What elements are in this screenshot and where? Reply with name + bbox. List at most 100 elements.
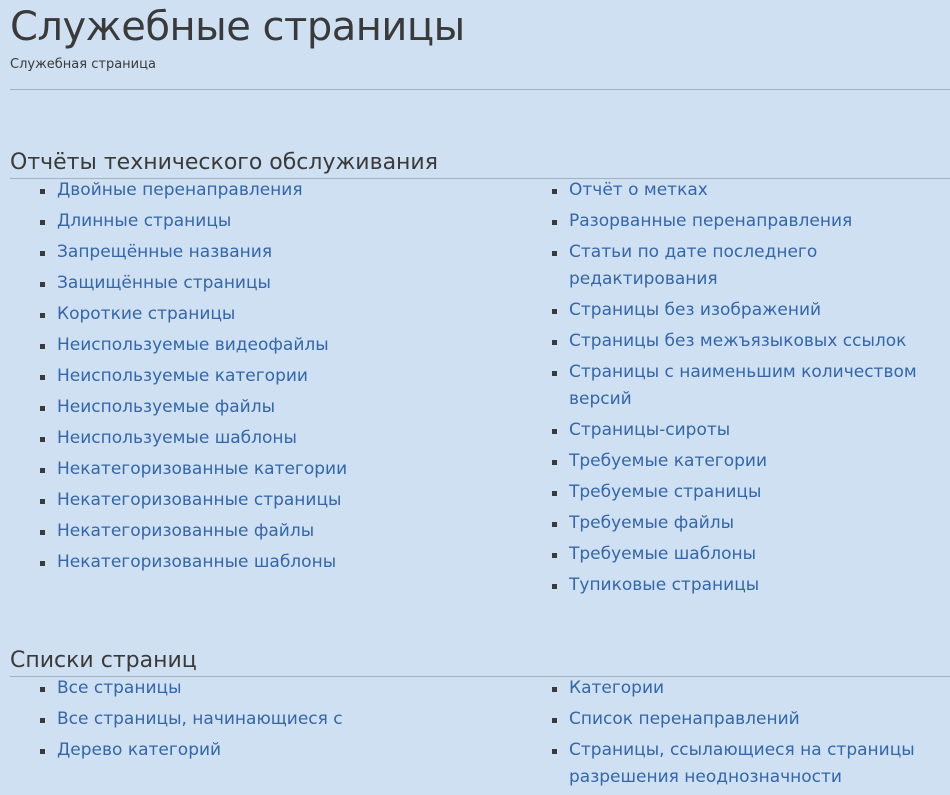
list-item: Требуемые страницы xyxy=(552,479,922,506)
list-item: Страницы-сироты xyxy=(552,417,922,444)
list-item: Некатегоризованные категории xyxy=(40,456,530,483)
bullet-icon xyxy=(552,460,557,465)
list-item: Статьи по дате последнего редактирования xyxy=(552,239,922,293)
list-item: Все страницы, начинающиеся с xyxy=(40,706,530,733)
bullet-icon xyxy=(40,220,45,225)
special-page-link[interactable]: Требуемые страницы xyxy=(569,482,761,502)
special-page-link[interactable]: Требуемые категории xyxy=(569,451,767,471)
bullet-icon xyxy=(40,375,45,380)
list-item: Неиспользуемые видеофайлы xyxy=(40,332,530,359)
list-item: Короткие страницы xyxy=(40,301,530,328)
special-page-link[interactable]: Неиспользуемые шаблоны xyxy=(57,428,297,448)
special-page-link[interactable]: Запрещённые названия xyxy=(57,242,272,262)
bullet-icon xyxy=(40,687,45,692)
special-page-link[interactable]: Требуемые файлы xyxy=(569,513,734,533)
bullet-icon xyxy=(552,749,557,754)
bullet-icon xyxy=(40,561,45,566)
bullet-icon xyxy=(552,251,557,256)
section-heading: Списки страниц xyxy=(10,648,197,673)
special-page-link[interactable]: Некатегоризованные файлы xyxy=(57,521,314,541)
list-item: Разорванные перенаправления xyxy=(552,208,922,235)
special-page-link[interactable]: Страницы-сироты xyxy=(569,420,730,440)
bullet-icon xyxy=(40,313,45,318)
special-page-link[interactable]: Все страницы, начинающиеся с xyxy=(57,709,343,729)
list-item: Защищённые страницы xyxy=(40,270,530,297)
bullet-icon xyxy=(552,340,557,345)
special-page-link[interactable]: Короткие страницы xyxy=(57,304,235,324)
special-page-link[interactable]: Тупиковые страницы xyxy=(569,575,759,595)
bullet-icon xyxy=(552,220,557,225)
list-item: Неиспользуемые шаблоны xyxy=(40,425,530,452)
bullet-icon xyxy=(40,344,45,349)
list-item: Неиспользуемые категории xyxy=(40,363,530,390)
bullet-icon xyxy=(552,553,557,558)
bullet-icon xyxy=(40,530,45,535)
special-page-link[interactable]: Страницы без межъязыковых ссылок xyxy=(569,331,906,351)
special-page-link[interactable]: Защищённые страницы xyxy=(57,273,271,293)
bullet-icon xyxy=(40,499,45,504)
page-subtitle: Служебная страница xyxy=(10,57,156,72)
list-item: Страницы без межъязыковых ссылок xyxy=(552,328,922,355)
title-divider xyxy=(10,89,950,90)
list-item: Запрещённые названия xyxy=(40,239,530,266)
list-item: Тупиковые страницы xyxy=(552,572,922,599)
list-item: Отчёт о метках xyxy=(552,177,922,204)
bullet-icon xyxy=(552,189,557,194)
bullet-icon xyxy=(40,282,45,287)
bullet-icon xyxy=(552,584,557,589)
special-page-link[interactable]: Требуемые шаблоны xyxy=(569,544,756,564)
special-page-link[interactable]: Дерево категорий xyxy=(57,740,221,760)
bullet-icon xyxy=(40,749,45,754)
special-page-link[interactable]: Длинные страницы xyxy=(57,211,231,231)
bullet-icon xyxy=(552,309,557,314)
link-list-right: Категории Список перенаправлений Страниц… xyxy=(552,675,922,795)
special-page-link[interactable]: Неиспользуемые файлы xyxy=(57,397,275,417)
special-page-link[interactable]: Список перенаправлений xyxy=(569,709,800,729)
list-item: Требуемые файлы xyxy=(552,510,922,537)
list-item: Страницы с наименьшим количеством версий xyxy=(552,359,922,413)
special-page-link[interactable]: Некатегоризованные категории xyxy=(57,459,347,479)
list-item: Список перенаправлений xyxy=(552,706,922,733)
bullet-icon xyxy=(552,371,557,376)
list-item: Некатегоризованные файлы xyxy=(40,518,530,545)
bullet-icon xyxy=(40,189,45,194)
special-page-link[interactable]: Категории xyxy=(569,678,664,698)
special-page-link[interactable]: Страницы с наименьшим количеством версий xyxy=(569,362,917,409)
special-page-link[interactable]: Некатегоризованные шаблоны xyxy=(57,552,336,572)
bullet-icon xyxy=(552,522,557,527)
link-list-left: Двойные перенаправления Длинные страницы… xyxy=(40,177,530,580)
special-page-link[interactable]: Страницы без изображений xyxy=(569,300,821,320)
special-page-link[interactable]: Разорванные перенаправления xyxy=(569,211,852,231)
bullet-icon xyxy=(552,718,557,723)
list-item: Требуемые шаблоны xyxy=(552,541,922,568)
list-item: Некатегоризованные шаблоны xyxy=(40,549,530,576)
list-item: Дерево категорий xyxy=(40,737,530,764)
list-item: Двойные перенаправления xyxy=(40,177,530,204)
list-item: Требуемые категории xyxy=(552,448,922,475)
bullet-icon xyxy=(40,718,45,723)
bullet-icon xyxy=(40,437,45,442)
list-item: Длинные страницы xyxy=(40,208,530,235)
special-page-link[interactable]: Страницы, ссылающиеся на страницы разреш… xyxy=(569,740,915,787)
special-page-link[interactable]: Некатегоризованные страницы xyxy=(57,490,341,510)
special-page-link[interactable]: Все страницы xyxy=(57,678,182,698)
special-page-link[interactable]: Отчёт о метках xyxy=(569,180,708,200)
link-list-left: Все страницы Все страницы, начинающиеся … xyxy=(40,675,530,768)
list-item: Страницы, ссылающиеся на страницы разреш… xyxy=(552,737,922,791)
bullet-icon xyxy=(40,468,45,473)
section-heading: Отчёты технического обслуживания xyxy=(10,150,438,175)
bullet-icon xyxy=(552,491,557,496)
bullet-icon xyxy=(40,251,45,256)
link-list-right: Отчёт о метках Разорванные перенаправлен… xyxy=(552,177,922,603)
list-item: Неиспользуемые файлы xyxy=(40,394,530,421)
special-page-link[interactable]: Двойные перенаправления xyxy=(57,180,303,200)
bullet-icon xyxy=(552,429,557,434)
special-page-link[interactable]: Статьи по дате последнего редактирования xyxy=(569,242,817,289)
bullet-icon xyxy=(40,406,45,411)
special-page-link[interactable]: Неиспользуемые видеофайлы xyxy=(57,335,329,355)
list-item: Некатегоризованные страницы xyxy=(40,487,530,514)
list-item: Категории xyxy=(552,675,922,702)
special-page-link[interactable]: Неиспользуемые категории xyxy=(57,366,308,386)
list-item: Страницы без изображений xyxy=(552,297,922,324)
list-item: Все страницы xyxy=(40,675,530,702)
